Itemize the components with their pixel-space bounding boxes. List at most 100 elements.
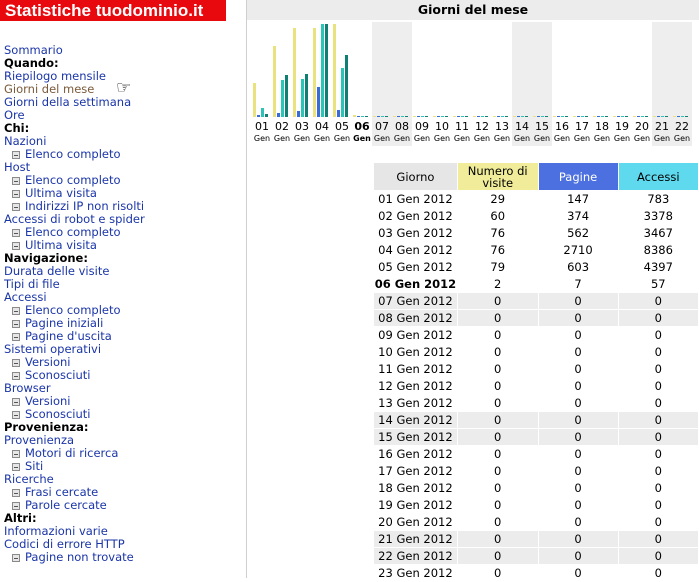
chart-day-column: 12 Gen — [472, 22, 492, 146]
menu-sublink[interactable]: Pagine iniziali — [25, 316, 103, 330]
cell-visite: 0 — [457, 480, 538, 496]
tree-node-icon — [12, 554, 20, 562]
menu-sublink[interactable]: Elenco completo — [25, 147, 121, 161]
bar-hits — [265, 114, 268, 117]
chart-day-number: 01 — [255, 120, 269, 133]
bar-accessi — [301, 79, 304, 117]
menu-link[interactable]: Accessi — [4, 290, 47, 304]
menu-sublink[interactable]: Versioni — [25, 355, 70, 369]
menu-sublink[interactable]: Versioni — [25, 394, 70, 408]
bar-hits — [325, 24, 328, 117]
menu-link[interactable]: Codici di errore HTTP — [4, 537, 125, 551]
table-row: 12 Gen 2012 0 0 0 — [374, 378, 698, 394]
bar-pagine — [337, 110, 340, 117]
table-row: 09 Gen 2012 0 0 0 — [374, 327, 698, 343]
menu-link[interactable]: Accessi di robot e spider — [4, 212, 145, 226]
bar-visite — [533, 116, 536, 117]
cell-accessi: 57 — [618, 276, 698, 292]
bar-visite — [633, 116, 636, 117]
menu-link[interactable]: Durata delle visite — [4, 264, 109, 278]
cell-accessi: 0 — [618, 565, 698, 581]
table-row: 04 Gen 2012 76 2710 8386 — [374, 242, 698, 258]
menu-link[interactable]: Tipi di file — [4, 277, 60, 291]
table-row: 17 Gen 2012 0 0 0 — [374, 463, 698, 479]
menu-sublink[interactable]: Ultima visita — [25, 238, 97, 252]
menu-link[interactable]: Host — [4, 160, 30, 174]
menu-link[interactable]: Giorni della settimana — [4, 95, 131, 109]
bar-accessi — [441, 116, 444, 117]
cell-visite: 0 — [457, 463, 538, 479]
bar-hits — [605, 116, 608, 117]
menu-sublink[interactable]: Parole cercate — [25, 498, 107, 512]
menu-sublink[interactable]: Sconosciuti — [25, 368, 91, 382]
cell-giorno: 02 Gen 2012 — [374, 208, 457, 224]
cell-visite: 0 — [457, 327, 538, 343]
bar-pagine — [417, 116, 420, 117]
menu-sublink[interactable]: Motori di ricerca — [25, 446, 118, 460]
cell-visite: 0 — [457, 446, 538, 462]
cell-accessi: 0 — [618, 412, 698, 428]
menu-link[interactable]: Giorni del mese — [4, 82, 94, 96]
cell-accessi: 3467 — [618, 225, 698, 241]
menu-sublink[interactable]: Elenco completo — [25, 225, 121, 239]
chart-day-month: Gen — [533, 134, 551, 143]
menu-link[interactable]: Sommario — [4, 43, 63, 57]
menu-link[interactable]: Ricerche — [4, 472, 54, 486]
cell-pagine: 0 — [538, 310, 618, 326]
chart-day-month: Gen — [413, 134, 431, 143]
table-row: 18 Gen 2012 0 0 0 — [374, 480, 698, 496]
cell-giorno: 01 Gen 2012 — [374, 191, 457, 207]
menu-link[interactable]: Sistemi operativi — [4, 342, 101, 356]
cell-giorno: 04 Gen 2012 — [374, 242, 457, 258]
chart-day-month: Gen — [373, 134, 391, 143]
cell-giorno: 17 Gen 2012 — [374, 463, 457, 479]
menu-link[interactable]: Provenienza — [4, 433, 74, 447]
menu-sublink[interactable]: Siti — [25, 459, 43, 473]
bar-pagine — [517, 116, 520, 117]
menu-sublink[interactable]: Indirizzi IP non risolti — [25, 199, 144, 213]
tree-node-icon — [12, 502, 20, 510]
menu-link[interactable]: Informazioni varie — [4, 524, 108, 538]
table-row: 02 Gen 2012 60 374 3378 — [374, 208, 698, 224]
menu-sublink[interactable]: Sconosciuti — [25, 407, 91, 421]
menu-sublink[interactable]: Pagine d'uscita — [25, 329, 112, 343]
menu-link[interactable]: Browser — [4, 381, 51, 395]
cell-giorno: 07 Gen 2012 — [374, 293, 457, 309]
menu-sublink[interactable]: Pagine non trovate — [25, 550, 134, 564]
bar-hits — [465, 116, 468, 117]
cell-visite: 0 — [457, 344, 538, 360]
table-row: 16 Gen 2012 0 0 0 — [374, 446, 698, 462]
chart-day-column: 18 Gen — [592, 22, 612, 146]
chart-day-month: Gen — [333, 134, 351, 143]
cell-pagine: 0 — [538, 446, 618, 462]
chart-day-month: Gen — [493, 134, 511, 143]
bar-hits — [545, 116, 548, 117]
bar-visite — [353, 115, 356, 117]
bar-visite — [473, 116, 476, 117]
bar-accessi — [261, 108, 264, 117]
menu-sublink[interactable]: Frasi cercate — [25, 485, 98, 499]
menu-link[interactable]: Ore — [4, 108, 25, 122]
tree-node-icon — [12, 372, 20, 380]
chart-day-column: 04 Gen — [312, 22, 332, 146]
menu-link[interactable]: Nazioni — [4, 134, 46, 148]
menu-sublink[interactable]: Elenco completo — [25, 303, 121, 317]
menu-link[interactable]: Riepilogo mensile — [4, 69, 106, 83]
sidebar-menu: Sommario Quando: Riepilogo mensile Giorni d… — [4, 44, 240, 564]
tree-node-icon — [12, 450, 20, 458]
chart-day-column: 02 Gen — [272, 22, 292, 146]
cell-giorno: 22 Gen 2012 — [374, 548, 457, 564]
menu-sublink[interactable]: Elenco completo — [25, 173, 121, 187]
chart-day-month: Gen — [293, 134, 311, 143]
table-row: 15 Gen 2012 0 0 0 — [374, 429, 698, 445]
column-header-giorno: Giorno — [374, 163, 457, 190]
bar-accessi — [601, 116, 604, 117]
chart-day-number: 21 — [655, 120, 669, 133]
cell-pagine: 0 — [538, 293, 618, 309]
menu-sublink[interactable]: Ultima visita — [25, 186, 97, 200]
bar-accessi — [541, 116, 544, 117]
bar-accessi — [681, 116, 684, 117]
cell-accessi: 0 — [618, 429, 698, 445]
chart-day-number: 08 — [395, 120, 409, 133]
chart-day-number: 02 — [275, 120, 289, 133]
